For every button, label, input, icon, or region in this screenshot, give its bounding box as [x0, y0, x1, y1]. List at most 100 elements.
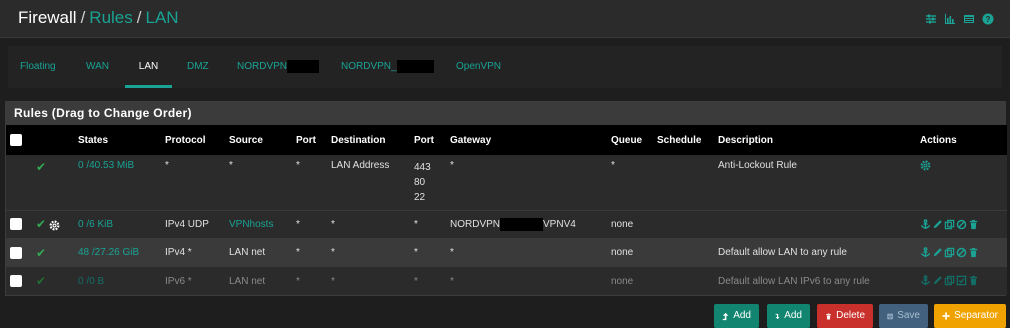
- gear-icon[interactable]: [920, 160, 931, 171]
- disable-icon[interactable]: [956, 247, 967, 258]
- table-row[interactable]: ✔ 0 /0 B IPv6 * LAN net * * * * none Def…: [6, 267, 1007, 295]
- disable-icon[interactable]: [956, 219, 967, 230]
- panel-title: Rules (Drag to Change Order): [6, 102, 1005, 125]
- copy-icon[interactable]: [944, 219, 955, 230]
- save-label: Save: [897, 310, 920, 321]
- schedule-cell: [653, 238, 714, 267]
- dest-port-cell: 443 80 22: [410, 155, 446, 210]
- table-row[interactable]: ✔ 48 /27.26 GiB IPv4 * LAN net * * * * n…: [6, 238, 1007, 267]
- queue-cell: none: [611, 218, 634, 230]
- rules-table: States Protocol Source Port Destination …: [6, 125, 1007, 295]
- save-button[interactable]: Save: [879, 304, 928, 328]
- trash-icon[interactable]: [968, 219, 979, 230]
- states-cell[interactable]: 0 /6 KiB: [74, 210, 161, 238]
- gateway-cell: *: [450, 247, 454, 258]
- copy-icon[interactable]: [944, 275, 955, 286]
- anchor-icon[interactable]: [920, 247, 931, 258]
- row-checkbox[interactable]: [10, 275, 22, 287]
- gear-icon: [49, 220, 60, 231]
- dest-port-value: 22: [414, 192, 426, 203]
- rules-panel: Rules (Drag to Change Order) States Prot…: [5, 101, 1007, 296]
- add-rule-top-button[interactable]: Add: [714, 304, 759, 328]
- breadcrumb: Firewall / Rules / LAN: [18, 8, 179, 28]
- tab-lan[interactable]: LAN: [125, 46, 172, 88]
- pencil-icon[interactable]: [932, 275, 943, 286]
- breadcrumb-separator: /: [136, 8, 142, 27]
- source-alias-link[interactable]: VPNhosts: [225, 210, 292, 238]
- col-protocol: Protocol: [165, 134, 206, 146]
- source-cell: LAN net: [229, 247, 266, 258]
- schedule-cell: [653, 267, 714, 295]
- row-checkbox[interactable]: [10, 246, 22, 259]
- delete-button[interactable]: Delete: [817, 304, 873, 328]
- add-separator-button[interactable]: Separator: [934, 304, 1006, 328]
- select-all-checkbox[interactable]: [10, 134, 22, 146]
- enable-icon[interactable]: [956, 275, 967, 286]
- add-rule-bottom-button[interactable]: Add: [767, 304, 810, 328]
- schedule-cell: [653, 210, 714, 238]
- tab-openvpn[interactable]: OpenVPN: [448, 46, 509, 88]
- states-cell[interactable]: 0 /0 B: [74, 267, 161, 295]
- pencil-icon[interactable]: [932, 247, 943, 258]
- tab-floating[interactable]: Floating: [12, 46, 64, 88]
- check-icon[interactable]: ✔: [36, 246, 46, 260]
- breadcrumb-lan[interactable]: LAN: [146, 8, 179, 27]
- anchor-icon[interactable]: [920, 218, 931, 230]
- add-top-label: Add: [733, 310, 751, 321]
- port-cell: *: [296, 247, 300, 258]
- gateway-cell: *: [450, 160, 454, 171]
- sliders-icon[interactable]: [925, 13, 937, 25]
- dest-port-cell: *: [414, 247, 418, 258]
- dest-port-value: 80: [414, 177, 426, 188]
- tab-nordvpn-2[interactable]: NORDVPN_: [333, 46, 442, 88]
- arrow-down-icon: [775, 313, 780, 319]
- protocol-cell: IPv6 *: [165, 275, 192, 287]
- col-description: Description: [718, 134, 774, 146]
- col-destination: Destination: [331, 134, 386, 146]
- description-cell: [714, 210, 916, 238]
- chart-icon[interactable]: [944, 13, 956, 25]
- arrow-up-icon: [722, 312, 729, 320]
- check-icon[interactable]: ✔: [36, 274, 46, 288]
- col-source: Source: [229, 134, 263, 146]
- gateway-prefix: NORDVPN: [450, 218, 501, 230]
- check-icon: ✔: [36, 160, 47, 174]
- tab-nordvpn-1[interactable]: NORDVPN: [229, 46, 327, 88]
- pencil-icon[interactable]: [932, 219, 943, 230]
- save-icon: [887, 313, 893, 319]
- source-cell: LAN net: [229, 275, 266, 287]
- table-row[interactable]: ✔ 0 /6 KiB IPv4 UDP VPNhosts * * * NORDV…: [6, 210, 1007, 238]
- trash-icon[interactable]: [968, 275, 979, 286]
- check-icon[interactable]: ✔: [36, 217, 46, 231]
- description-cell: Default allow LAN to any rule: [718, 247, 847, 258]
- row-checkbox[interactable]: [10, 218, 22, 231]
- plus-icon: [942, 312, 950, 320]
- separator-label: Separator: [954, 310, 998, 321]
- help-icon[interactable]: ?: [982, 13, 994, 25]
- breadcrumb-rules[interactable]: Rules: [89, 8, 132, 27]
- breadcrumb-firewall: Firewall: [18, 8, 77, 27]
- list-icon[interactable]: [963, 13, 975, 25]
- destination-cell: *: [331, 247, 335, 258]
- dest-port-cell: *: [414, 218, 418, 230]
- trash-icon[interactable]: [968, 247, 979, 258]
- redacted-block: [287, 59, 320, 73]
- states-cell[interactable]: 48 /27.26 GiB: [74, 238, 161, 267]
- col-states: States: [78, 134, 109, 146]
- anchor-icon[interactable]: [920, 275, 931, 286]
- delete-label: Delete: [836, 310, 865, 321]
- tab-dmz[interactable]: DMZ: [179, 46, 217, 88]
- states-cell[interactable]: 0 /40.53 MiB: [74, 155, 161, 210]
- table-row: ✔ 0 /40.53 MiB * * * LAN Address 443 80 …: [6, 155, 1007, 210]
- trash-icon: [826, 313, 831, 319]
- protocol-cell: *: [165, 160, 169, 171]
- breadcrumb-separator: /: [80, 8, 86, 27]
- copy-icon[interactable]: [944, 247, 955, 258]
- dest-port-cell: *: [414, 275, 418, 287]
- dest-port-value: 443: [414, 162, 431, 173]
- tab-nordvpn-1-label: NORDVPN: [237, 61, 288, 72]
- tab-nordvpn-2-label: NORDVPN_: [341, 61, 397, 72]
- tab-wan[interactable]: WAN: [78, 46, 117, 88]
- port-cell: *: [296, 160, 300, 171]
- queue-cell: *: [611, 160, 615, 171]
